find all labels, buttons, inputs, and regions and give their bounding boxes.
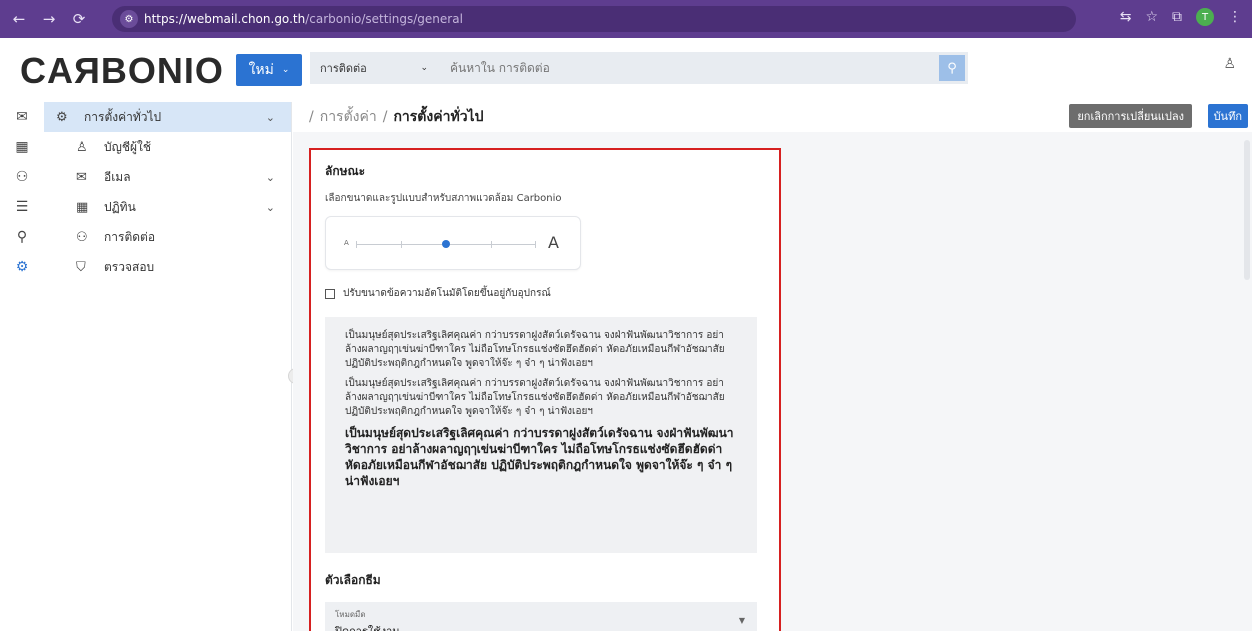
- slider-tick: [491, 241, 492, 248]
- save-button[interactable]: บันทึก: [1207, 104, 1248, 128]
- translate-icon[interactable]: ⇆: [1120, 9, 1132, 25]
- search-icon[interactable]: ⚲: [0, 222, 44, 252]
- calendar-icon[interactable]: ▦: [0, 132, 44, 162]
- dark-mode-value: ปิดการใช้งาน: [335, 622, 747, 631]
- breadcrumb-parent[interactable]: การตั้งค่า: [320, 106, 377, 128]
- sidebar-item-label: ปฏิทิน: [104, 199, 136, 214]
- search-scope-select[interactable]: การติดต่อ ⌄: [310, 52, 438, 84]
- address-bar[interactable]: ⚙ https://webmail.chon.go.th/carbonio/se…: [112, 6, 1076, 32]
- slider-thumb[interactable]: [442, 240, 450, 248]
- sidebar-item-label: อีเมล: [104, 169, 131, 184]
- settings-main: / การตั้งค่า / การตั้งค่าทั่วไป ยกเลิกกา…: [293, 102, 1252, 631]
- search-input[interactable]: [438, 52, 939, 84]
- reload-icon[interactable]: ⟳: [68, 8, 90, 30]
- large-font-icon: A: [548, 233, 559, 252]
- sidebar-item-account[interactable]: ♙ บัญชีผู้ใช้: [44, 132, 291, 162]
- sidebar-item-label: การติดต่อ: [104, 229, 156, 244]
- sidebar-item-mail[interactable]: ✉ อีเมล ⌄: [44, 162, 291, 192]
- sidebar-item-audit[interactable]: ⛉ ตรวจสอบ: [44, 252, 291, 282]
- font-size-slider[interactable]: [356, 240, 536, 248]
- shield-icon: ⛉: [76, 259, 86, 275]
- appearance-description: เลือกขนาดและรูปแบบสำหรับสภาพแวดล้อม Carb…: [325, 193, 562, 204]
- dropdown-arrow-icon: ▼: [738, 616, 745, 625]
- discard-changes-button[interactable]: ยกเลิกการเปลี่ยนแปลง: [1069, 104, 1192, 128]
- app-rail: ✉ ▦ ⚇ ☰ ⚲ ⚙: [0, 102, 44, 631]
- contacts-icon: ⚇: [76, 229, 88, 245]
- auto-scale-label: ปรับขนาดข้อความอัตโนมัติโดยขึ้นอยู่กับอุ…: [343, 288, 551, 299]
- appearance-title: ลักษณะ: [325, 164, 366, 178]
- settings-sidebar: ⚙ การตั้งค่าทั่วไป ⌄ ♙ บัญชีผู้ใช้ ✉ อีเ…: [44, 102, 292, 631]
- bookmark-star-icon[interactable]: ☆: [1145, 9, 1158, 25]
- search-icon[interactable]: ⚲: [939, 55, 965, 81]
- chevron-down-icon: ⌄: [281, 65, 290, 75]
- new-button[interactable]: ใหม่ ⌄: [236, 54, 302, 86]
- chevron-down-icon: ⌄: [420, 63, 428, 73]
- browser-toolbar: ← → ⟳ ⚙ https://webmail.chon.go.th/carbo…: [0, 0, 1252, 38]
- dark-mode-select[interactable]: โหมดมืด ปิดการใช้งาน ▼: [325, 602, 757, 631]
- preview-text-small: เป็นมนุษย์สุดประเสริฐเลิศคุณค่า กว่าบรรด…: [345, 330, 725, 369]
- search-scope-value: การติดต่อ: [320, 62, 367, 75]
- preview-text-large: เป็นมนุษย์สุดประเสริฐเลิศคุณค่า กว่าบรรด…: [345, 426, 734, 488]
- mail-icon[interactable]: ✉: [0, 102, 44, 132]
- user-icon: ♙: [76, 139, 88, 155]
- list-icon[interactable]: ☰: [0, 192, 44, 222]
- scrollbar[interactable]: [1244, 140, 1250, 280]
- auto-scale-row: ปรับขนาดข้อความอัตโนมัติโดยขึ้นอยู่กับอุ…: [325, 286, 765, 301]
- back-arrow-icon[interactable]: ←: [8, 8, 30, 30]
- theme-options-title: ตัวเลือกธีม: [325, 573, 381, 587]
- sidebar-item-label: ตรวจสอบ: [104, 259, 155, 274]
- appearance-panel: ลักษณะ เลือกขนาดและรูปแบบสำหรับสภาพแวดล้…: [309, 148, 781, 631]
- breadcrumb: / การตั้งค่า / การตั้งค่าทั่วไป ยกเลิกกา…: [293, 102, 1252, 132]
- url-text: https://webmail.chon.go.th/carbonio/sett…: [144, 12, 463, 26]
- chevron-down-icon[interactable]: ⌄: [266, 201, 275, 214]
- gear-icon: ⚙: [56, 109, 68, 125]
- contacts-icon[interactable]: ⚇: [0, 162, 44, 192]
- search-bar: การติดต่อ ⌄ ⚲: [310, 52, 968, 84]
- small-font-icon: A: [344, 239, 349, 247]
- font-size-slider-card: A A: [325, 216, 581, 270]
- sidebar-item-label: การตั้งค่าทั่วไป: [84, 109, 162, 124]
- chevron-down-icon[interactable]: ⌄: [266, 171, 275, 184]
- auto-scale-checkbox[interactable]: [325, 288, 335, 299]
- browser-menu-icon[interactable]: ⋮: [1228, 9, 1242, 25]
- calendar-icon: ▦: [76, 199, 89, 215]
- font-preview-box: เป็นมนุษย์สุดประเสริฐเลิศคุณค่า กว่าบรรด…: [325, 317, 757, 553]
- sidebar-item-calendar[interactable]: ▦ ปฏิทิน ⌄: [44, 192, 291, 222]
- slider-tick: [356, 241, 357, 248]
- page-title: การตั้งค่าทั่วไป: [393, 109, 484, 125]
- preview-text-medium: เป็นมนุษย์สุดประเสริฐเลิศคุณค่า กว่าบรรด…: [345, 378, 725, 417]
- chevron-down-icon[interactable]: ⌄: [266, 111, 275, 124]
- app-header: CAЯBONIO ใหม่ ⌄ การติดต่อ ⌄ ⚲ ♙: [0, 38, 1252, 102]
- forward-arrow-icon[interactable]: →: [38, 8, 60, 30]
- new-button-label: ใหม่: [248, 62, 274, 78]
- mail-icon: ✉: [76, 169, 87, 185]
- site-settings-icon[interactable]: ⚙: [120, 10, 138, 28]
- profile-avatar[interactable]: T: [1196, 8, 1214, 26]
- sidebar-item-contacts[interactable]: ⚇ การติดต่อ: [44, 222, 291, 252]
- extensions-icon[interactable]: ⧉: [1172, 9, 1182, 25]
- sidebar-item-label: บัญชีผู้ใช้: [104, 139, 152, 154]
- sidebar-item-general[interactable]: ⚙ การตั้งค่าทั่วไป ⌄: [44, 102, 291, 132]
- carbonio-logo: CAЯBONIO: [20, 50, 224, 91]
- slider-tick: [401, 241, 402, 248]
- settings-gear-icon[interactable]: ⚙: [0, 252, 44, 282]
- user-account-icon[interactable]: ♙: [1223, 56, 1236, 72]
- slider-tick: [535, 241, 536, 248]
- dark-mode-label: โหมดมืด: [335, 610, 366, 619]
